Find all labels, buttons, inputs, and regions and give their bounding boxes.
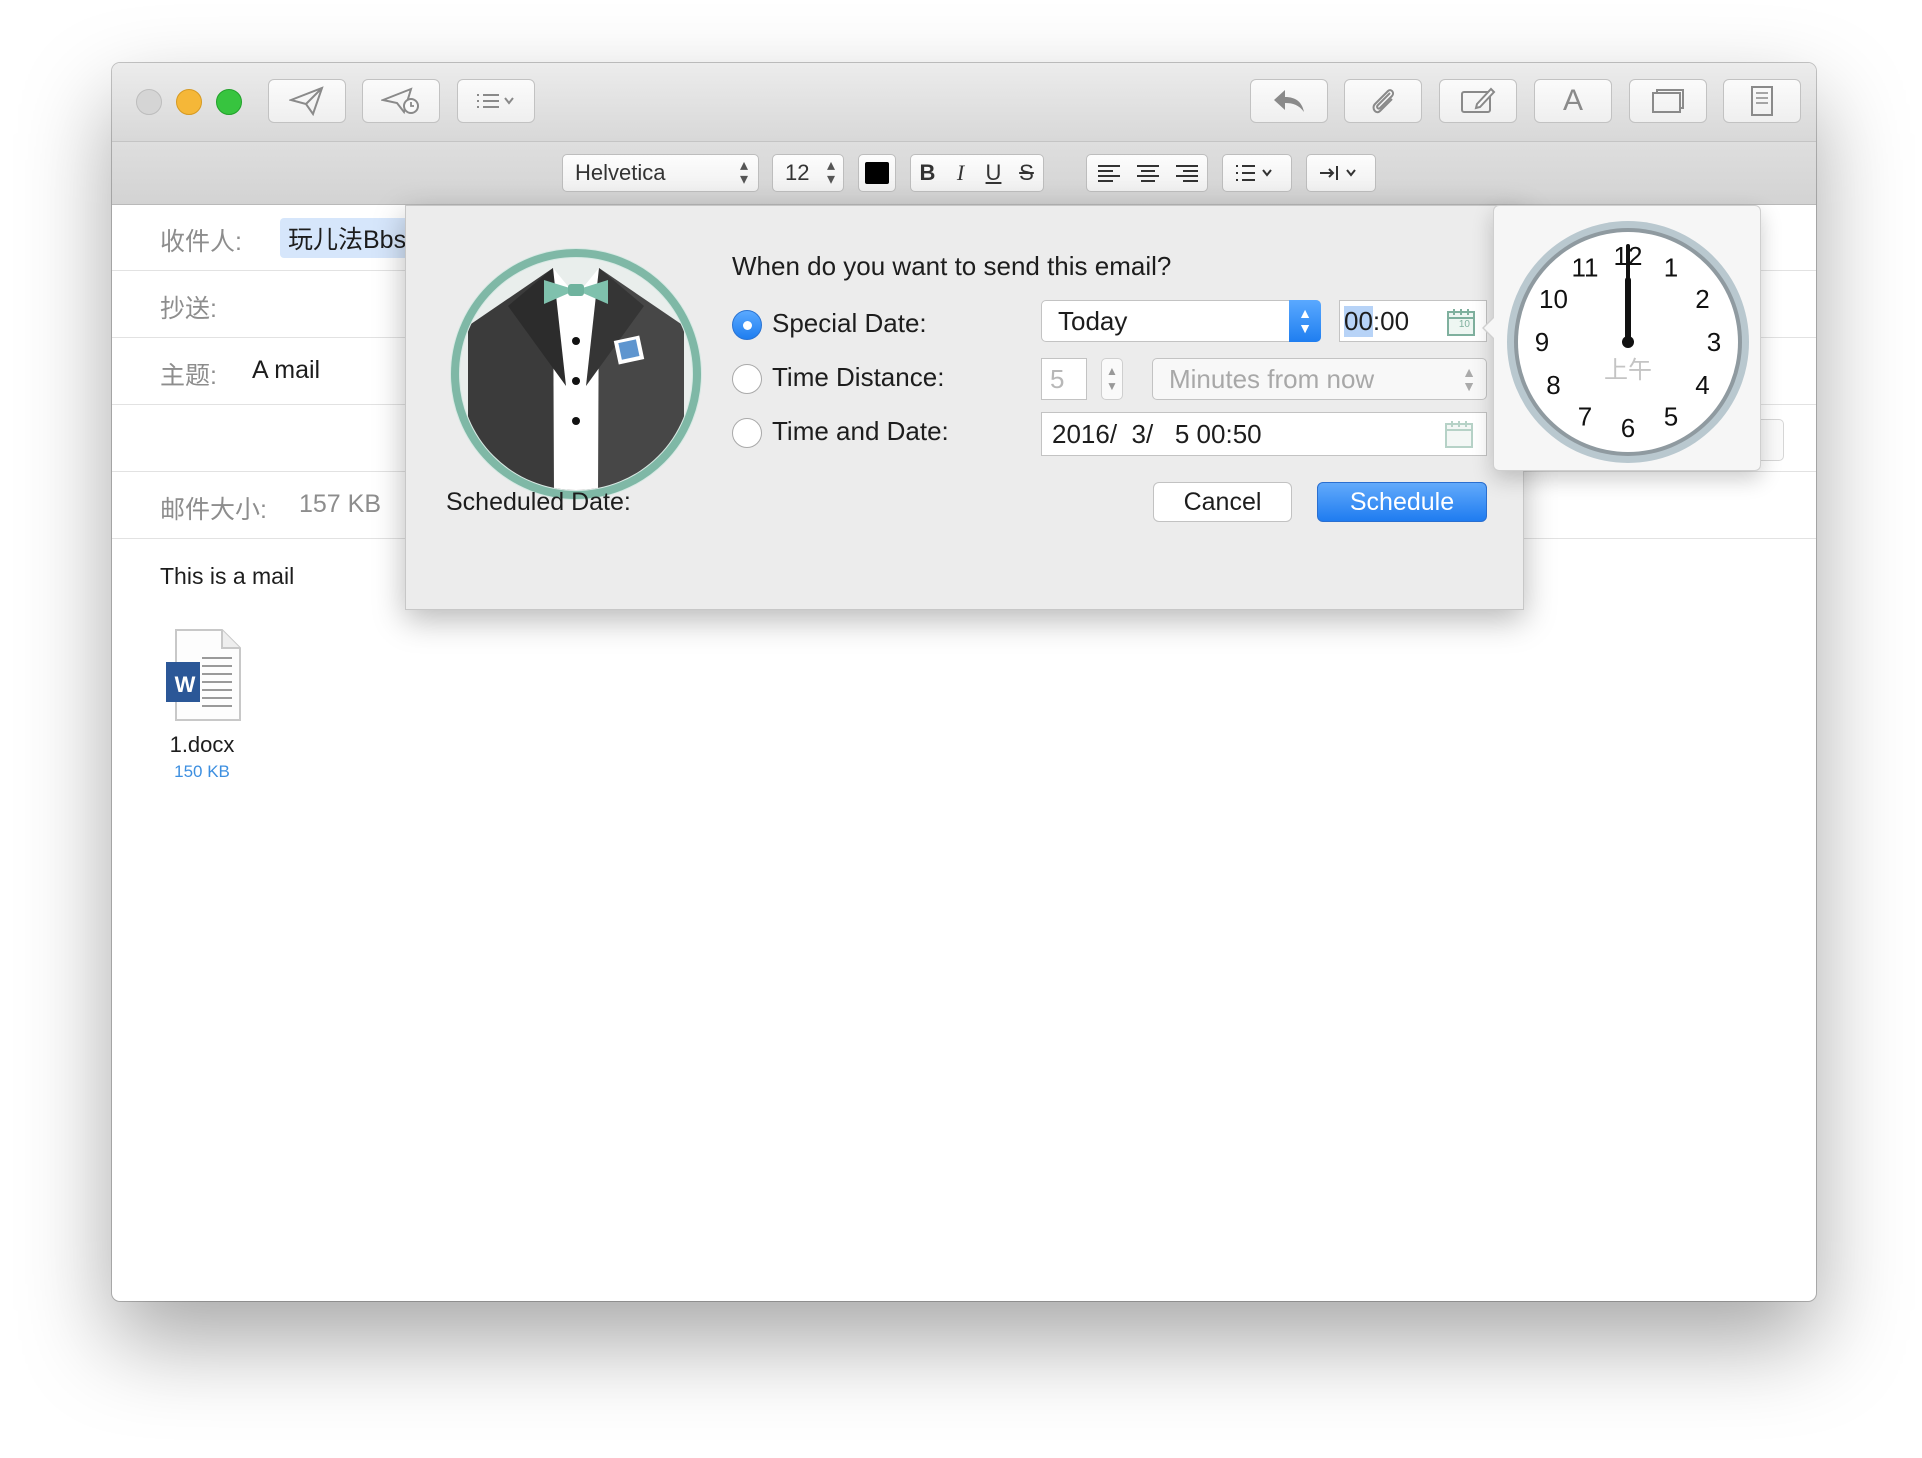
special-date-label[interactable]: Special Date: xyxy=(772,308,927,339)
time-distance-radio[interactable] xyxy=(732,364,762,394)
font-family-value: Helvetica xyxy=(575,160,666,185)
clock-number-6: 6 xyxy=(1621,413,1635,443)
align-right-icon[interactable] xyxy=(1173,161,1201,185)
subject-label: 主题: xyxy=(160,362,217,390)
distance-stepper[interactable]: ▲ ▼ xyxy=(1101,358,1123,400)
alignment-group xyxy=(1086,154,1208,192)
distance-unit-value: Minutes from now xyxy=(1169,363,1375,394)
italic-button[interactable]: I xyxy=(944,160,977,186)
window-icon xyxy=(1652,89,1684,113)
special-date-select[interactable]: Today ▲ ▼ xyxy=(1041,300,1321,342)
bullet-list-icon xyxy=(1236,165,1272,181)
paper-plane-icon xyxy=(289,86,324,116)
text-style-group: B I U S xyxy=(910,154,1044,192)
clock-center-pin xyxy=(1622,336,1634,348)
recipient-token[interactable]: 玩儿法Bbs xyxy=(280,218,415,258)
size-label: 邮件大小: xyxy=(160,496,267,524)
special-time-field[interactable]: 00 :00 10 xyxy=(1339,300,1487,342)
time-rest-segment[interactable]: :00 xyxy=(1373,306,1409,337)
up-down-arrows-icon: ▲ ▼ xyxy=(1462,364,1476,394)
clock-number-9: 9 xyxy=(1535,327,1549,357)
tuxedo-app-icon xyxy=(450,248,702,500)
zoom-window-button[interactable] xyxy=(216,89,242,115)
align-left-icon[interactable] xyxy=(1095,161,1123,185)
subject-field[interactable]: A mail xyxy=(252,356,320,385)
scheduled-date-label: Scheduled Date: xyxy=(446,488,631,516)
time-distance-label[interactable]: Time Distance: xyxy=(772,362,944,393)
clock-number-10: 10 xyxy=(1539,284,1568,314)
indent-button[interactable] xyxy=(1306,154,1376,192)
list-style-button[interactable] xyxy=(1222,154,1292,192)
markup-icon xyxy=(1461,87,1496,113)
font-family-select[interactable]: Helvetica ▴ ▾ xyxy=(562,154,759,192)
clock-number-7: 7 xyxy=(1578,402,1592,432)
cancel-button[interactable]: Cancel xyxy=(1153,482,1292,522)
popover-arrow-fill xyxy=(1484,317,1495,339)
special-date-value: Today xyxy=(1058,305,1128,336)
stationery-icon xyxy=(1751,86,1773,116)
list-icon xyxy=(477,94,514,108)
up-down-arrows-icon: ▲ ▼ xyxy=(1289,300,1321,342)
send-button[interactable] xyxy=(268,79,346,123)
up-down-arrows-icon: ▴ ▾ xyxy=(739,157,748,188)
time-and-date-radio[interactable] xyxy=(732,418,762,448)
calendar-icon[interactable] xyxy=(1444,419,1474,449)
schedule-dialog: When do you want to send this email? Spe… xyxy=(405,205,1524,610)
reply-arrow-icon xyxy=(1274,90,1304,112)
format-button[interactable]: A xyxy=(1534,79,1612,123)
strikethrough-button[interactable]: S xyxy=(1010,160,1043,186)
distance-unit-select[interactable]: Minutes from now ▲ ▼ xyxy=(1152,358,1487,400)
up-down-arrows-icon: ▴ ▾ xyxy=(826,157,835,188)
word-icon-letter: W xyxy=(174,672,196,697)
special-date-radio[interactable] xyxy=(732,310,762,340)
font-size-value: 12 xyxy=(785,160,810,185)
clock-ampm-label: 上午 xyxy=(1604,357,1652,384)
attachment[interactable]: W 1.docx 150 KB xyxy=(152,628,252,781)
header-fields-button[interactable] xyxy=(457,79,535,123)
paperclip-icon xyxy=(1372,89,1395,114)
bold-button[interactable]: B xyxy=(911,160,944,186)
format-bar: Helvetica ▴ ▾ 12 ▴ ▾ B I U S xyxy=(112,142,1816,205)
clock-number-4: 4 xyxy=(1695,370,1709,400)
clock-number-1: 1 xyxy=(1664,253,1678,283)
clock-number-3: 3 xyxy=(1707,327,1721,357)
attachment-name: 1.docx xyxy=(169,732,235,757)
title-bar: A xyxy=(112,63,1816,142)
to-label: 收件人: xyxy=(160,228,242,256)
calendar-icon-day: 10 xyxy=(1458,319,1470,330)
analog-clock[interactable]: 121234567891011 上午 xyxy=(1504,218,1752,466)
date-time-value: 2016/ 3/ 5 00:50 xyxy=(1052,418,1262,449)
text-color-button[interactable] xyxy=(858,154,896,192)
photo-browser-button[interactable] xyxy=(1629,79,1707,123)
clock-number-5: 5 xyxy=(1664,402,1678,432)
cc-label: 抄送: xyxy=(160,295,217,323)
font-size-select[interactable]: 12 ▴ ▾ xyxy=(772,154,844,192)
markup-button[interactable] xyxy=(1439,79,1517,123)
indent-icon xyxy=(1320,166,1356,180)
attach-button[interactable] xyxy=(1344,79,1422,123)
close-window-button[interactable] xyxy=(136,89,162,115)
size-value: 157 KB xyxy=(299,490,382,518)
send-later-button[interactable] xyxy=(362,79,440,123)
color-swatch xyxy=(865,162,889,184)
clock-popover: 121234567891011 上午 xyxy=(1482,205,1761,471)
minimize-window-button[interactable] xyxy=(176,89,202,115)
clock-number-2: 2 xyxy=(1695,284,1709,314)
clock-number-8: 8 xyxy=(1546,370,1560,400)
underline-button[interactable]: U xyxy=(977,160,1010,186)
distance-amount-field[interactable]: 5 xyxy=(1041,358,1087,400)
time-hours-segment[interactable]: 00 xyxy=(1344,305,1373,337)
body-text[interactable]: This is a mail xyxy=(160,563,294,590)
date-time-field[interactable]: 2016/ 3/ 5 00:50 xyxy=(1041,412,1487,456)
clock-number-11: 11 xyxy=(1572,253,1599,283)
align-center-icon[interactable] xyxy=(1134,161,1162,185)
paper-plane-clock-icon xyxy=(381,87,419,115)
reply-button[interactable] xyxy=(1250,79,1328,123)
distance-amount-value: 5 xyxy=(1050,363,1065,394)
schedule-button[interactable]: Schedule xyxy=(1317,482,1487,522)
stationery-button[interactable] xyxy=(1723,79,1801,123)
dialog-question: When do you want to send this email? xyxy=(732,251,1172,281)
time-and-date-label[interactable]: Time and Date: xyxy=(772,416,949,447)
attachment-size: 150 KB xyxy=(174,762,230,781)
